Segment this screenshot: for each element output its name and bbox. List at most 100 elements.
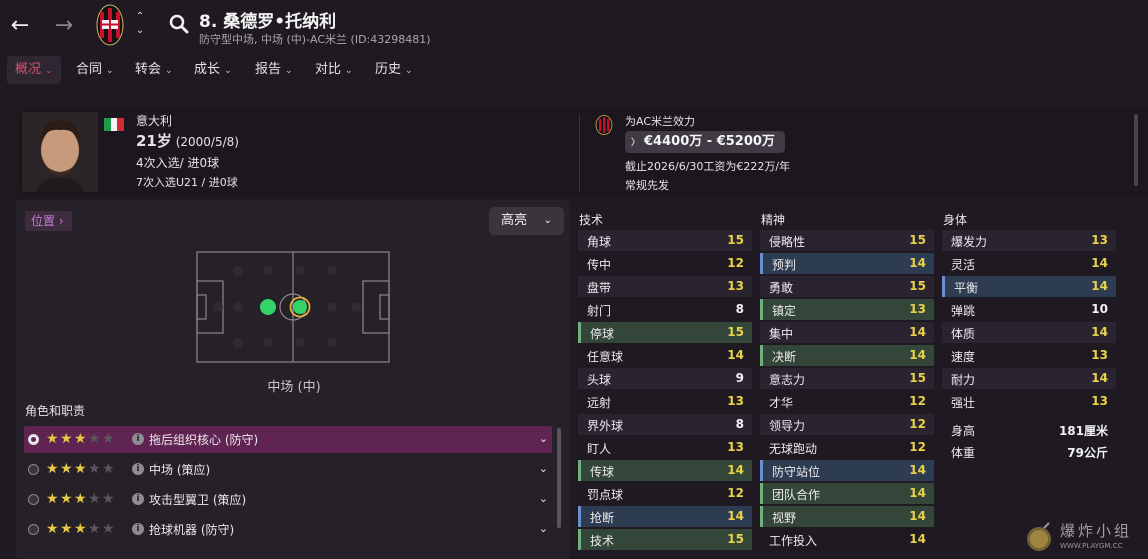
attribute-row[interactable]: 角球 15 <box>578 230 752 251</box>
attribute-row[interactable]: 决断 14 <box>760 345 934 366</box>
attribute-row[interactable]: 体质 14 <box>942 322 1116 343</box>
attribute-row[interactable]: 速度 13 <box>942 345 1116 366</box>
role-row[interactable]: ★ ★ ★ ★ ★ i 拖后组织核心 (防守) ⌄ <box>24 426 552 453</box>
tab-compare[interactable]: 对比 ⌄ <box>307 56 361 84</box>
attribute-row[interactable]: 镇定 13 <box>760 299 934 320</box>
attribute-row[interactable]: 技术 15 <box>578 529 752 550</box>
height-row: 身高 181厘米 <box>942 419 1116 440</box>
info-icon[interactable]: i <box>132 463 144 475</box>
attribute-name: 传球 <box>590 465 615 479</box>
tab-overview[interactable]: 概况 ⌄ <box>7 56 61 84</box>
attribute-row[interactable]: 射门 8 <box>578 299 752 320</box>
radio-button[interactable] <box>28 434 39 445</box>
attribute-row[interactable]: 耐力 14 <box>942 368 1116 389</box>
attribute-row[interactable]: 预判 14 <box>760 253 934 274</box>
attribute-row[interactable]: 盯人 13 <box>578 437 752 458</box>
attribute-row[interactable]: 抢断 14 <box>578 506 752 527</box>
attribute-row[interactable]: 界外球 8 <box>578 414 752 435</box>
arrow-left-icon[interactable]: ← <box>6 12 34 40</box>
bomb-logo-icon <box>1027 522 1051 551</box>
tab-history[interactable]: 历史 ⌄ <box>367 56 421 84</box>
attribute-name: 罚点球 <box>587 488 624 502</box>
header-scrollbar[interactable] <box>1134 114 1138 186</box>
role-row[interactable]: ★ ★ ★ ★ ★ i 抢球机器 (防守) ⌄ <box>24 516 552 543</box>
attribute-row[interactable]: 意志力 15 <box>760 368 934 389</box>
chevron-right-icon: › <box>58 214 64 228</box>
tab-transfer[interactable]: 转会 ⌄ <box>127 56 181 84</box>
radio-button[interactable] <box>28 524 39 535</box>
attribute-row[interactable]: 停球 15 <box>578 322 752 343</box>
role-row[interactable]: ★ ★ ★ ★ ★ i 中场 (策应) ⌄ <box>24 456 552 483</box>
position-link[interactable]: 位置 › <box>25 211 72 231</box>
attribute-row[interactable]: 视野 14 <box>760 506 934 527</box>
tab-contract[interactable]: 合同 ⌄ <box>68 56 122 84</box>
attribute-row[interactable]: 强壮 13 <box>942 391 1116 412</box>
attribute-row[interactable]: 领导力 12 <box>760 414 934 435</box>
height-label: 身高 <box>951 424 976 438</box>
attribute-value: 13 <box>1091 348 1108 362</box>
radio-button[interactable] <box>28 494 39 505</box>
attribute-row[interactable]: 平衡 14 <box>942 276 1116 297</box>
attribute-name: 盘带 <box>587 281 612 295</box>
attribute-value: 14 <box>909 256 926 270</box>
attribute-name: 技术 <box>590 534 615 548</box>
attribute-value: 13 <box>727 279 744 293</box>
info-icon[interactable]: i <box>132 493 144 505</box>
transfer-value[interactable]: 〉 €4400万 - €5200万 <box>625 131 785 153</box>
attribute-name: 领导力 <box>769 419 806 433</box>
attribute-row[interactable]: 爆发力 13 <box>942 230 1116 251</box>
club-switch-stepper[interactable]: ⌃ ⌄ <box>132 10 148 40</box>
attribute-value: 14 <box>909 325 926 339</box>
attribute-row[interactable]: 传球 14 <box>578 460 752 481</box>
attribute-name: 强壮 <box>951 396 976 410</box>
chevron-down-icon[interactable]: ⌄ <box>539 522 548 535</box>
attribute-row[interactable]: 侵略性 15 <box>760 230 934 251</box>
tab-development[interactable]: 成长 ⌄ <box>186 56 240 84</box>
info-icon[interactable]: i <box>132 523 144 535</box>
attribute-row[interactable]: 灵活 14 <box>942 253 1116 274</box>
arrow-right-icon[interactable]: → <box>50 12 78 40</box>
attribute-name: 耐力 <box>951 373 976 387</box>
attribute-value: 15 <box>909 371 926 385</box>
italy-flag-icon <box>104 118 125 131</box>
club-crest-icon[interactable] <box>96 4 124 46</box>
attribute-row[interactable]: 工作投入 14 <box>760 529 934 550</box>
chevron-down-icon: ⌄ <box>285 66 293 76</box>
attribute-value: 14 <box>1091 256 1108 270</box>
attribute-row[interactable]: 盘带 13 <box>578 276 752 297</box>
tab-reports[interactable]: 报告 ⌄ <box>247 56 301 84</box>
page-title: 8. 桑德罗•托纳利 <box>199 12 337 32</box>
search-icon[interactable] <box>168 13 190 35</box>
technical-heading: 技术 <box>579 213 604 227</box>
attribute-value: 12 <box>727 256 744 270</box>
chevron-down-icon[interactable]: ⌄ <box>539 432 548 445</box>
attribute-row[interactable]: 集中 14 <box>760 322 934 343</box>
attribute-row[interactable]: 才华 12 <box>760 391 934 412</box>
attribute-value: 14 <box>1091 325 1108 339</box>
chevron-down-icon[interactable]: ⌄ <box>539 492 548 505</box>
weight-row: 体重 79公斤 <box>942 441 1116 462</box>
role-row[interactable]: ★ ★ ★ ★ ★ i 攻击型翼卫 (策应) ⌄ <box>24 486 552 513</box>
roles-scrollbar[interactable] <box>557 428 561 528</box>
highlight-dropdown[interactable]: 高亮 ⌄ <box>489 207 564 235</box>
attribute-name: 传中 <box>587 258 612 272</box>
attribute-row[interactable]: 防守站位 14 <box>760 460 934 481</box>
attribute-row[interactable]: 罚点球 12 <box>578 483 752 504</box>
chevron-down-icon[interactable]: ⌄ <box>539 462 548 475</box>
radio-button[interactable] <box>28 464 39 475</box>
attribute-value: 8 <box>735 417 744 431</box>
chevron-down-icon: ⌄ <box>106 66 114 76</box>
contract-info: 截止2026/6/30工资为€222万/年 <box>625 160 791 173</box>
pitch-diagram <box>196 251 390 363</box>
watermark: 爆炸小组 WWW.PLAYGM.CC <box>1022 518 1142 556</box>
attribute-row[interactable]: 弹跳 10 <box>942 299 1116 320</box>
attribute-row[interactable]: 任意球 14 <box>578 345 752 366</box>
attribute-row[interactable]: 团队合作 14 <box>760 483 934 504</box>
attribute-value: 12 <box>727 486 744 500</box>
attribute-row[interactable]: 无球跑动 12 <box>760 437 934 458</box>
attribute-row[interactable]: 传中 12 <box>578 253 752 274</box>
attribute-row[interactable]: 勇敢 15 <box>760 276 934 297</box>
info-icon[interactable]: i <box>132 433 144 445</box>
attribute-row[interactable]: 远射 13 <box>578 391 752 412</box>
attribute-row[interactable]: 头球 9 <box>578 368 752 389</box>
